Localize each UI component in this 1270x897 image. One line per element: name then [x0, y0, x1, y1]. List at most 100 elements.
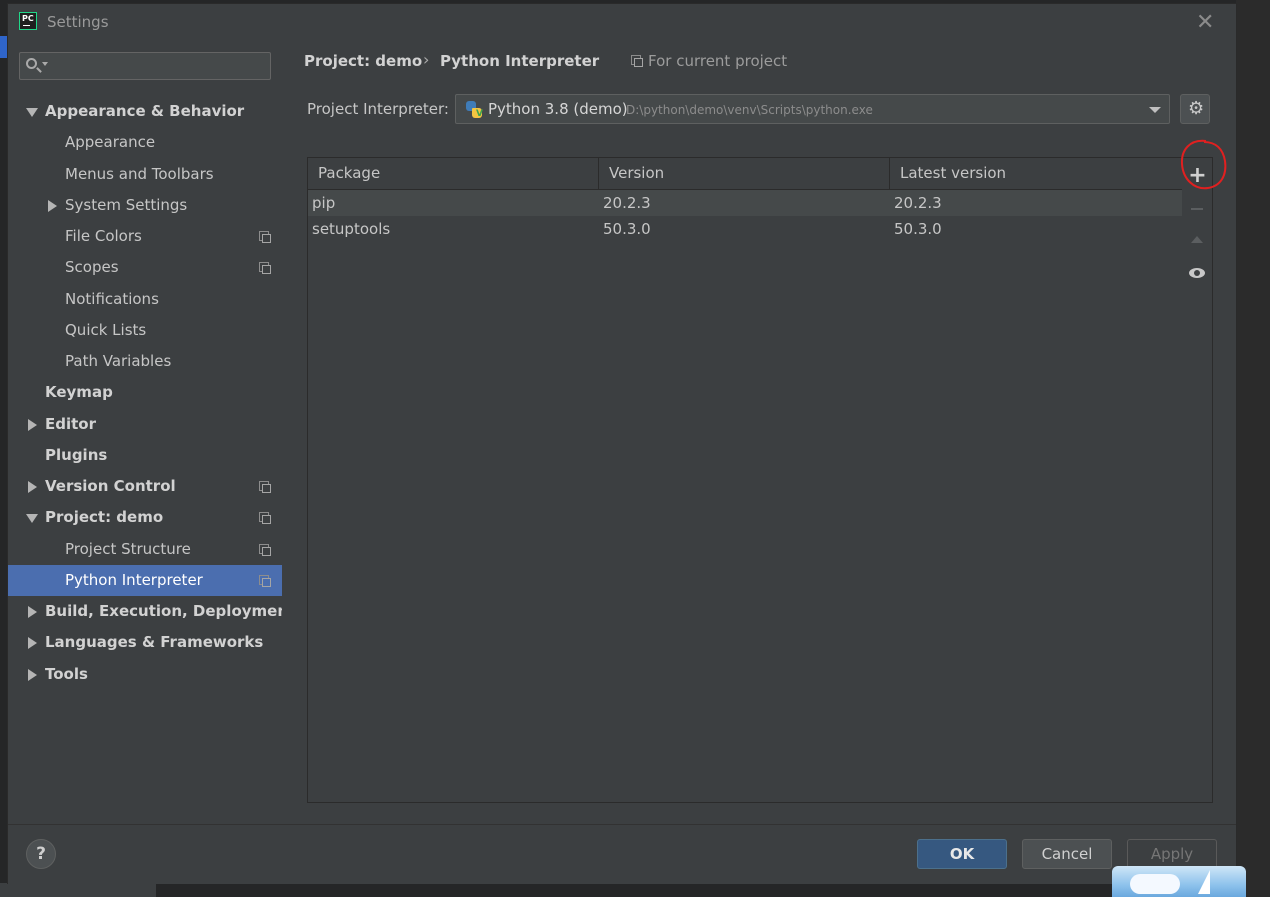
breadcrumb-project[interactable]: Project: demo — [304, 52, 422, 70]
arrow-up-icon[interactable] — [1182, 225, 1213, 256]
sidebar-item-label: File Colors — [65, 227, 142, 245]
ide-status-area — [0, 883, 156, 897]
sidebar-item[interactable]: Languages & Frameworks — [8, 627, 282, 658]
sidebar-item-label: Tools — [45, 665, 88, 683]
sidebar-item-label: Python Interpreter — [65, 571, 203, 589]
sidebar-item-label: System Settings — [65, 196, 188, 214]
breadcrumb-separator: › — [423, 50, 430, 69]
sidebar-item[interactable]: Keymap — [8, 377, 282, 408]
package-name: setuptools — [312, 220, 391, 238]
expand-arrow-icon[interactable] — [26, 502, 38, 533]
collapse-arrow-icon[interactable] — [26, 627, 38, 658]
settings-sidebar: Appearance & Behavior Appearance Menus and… — [8, 40, 295, 824]
sidebar-item-label: Notifications — [65, 290, 159, 308]
chevron-down-icon — [1149, 107, 1161, 113]
sidebar-item[interactable]: File Colors — [8, 221, 282, 252]
sidebar-item-label: Languages & Frameworks — [45, 633, 264, 651]
column-header-latest-version[interactable]: Latest version — [890, 158, 1182, 189]
package-name: pip — [312, 194, 336, 212]
project-scope-icon — [259, 481, 271, 493]
sidebar-item-label: Build, Execution, Deployment — [45, 602, 296, 620]
packages-table: Package Version Latest version pip 20.2.… — [307, 157, 1183, 803]
table-row[interactable]: setuptools 50.3.0 50.3.0 — [308, 216, 1182, 242]
close-icon[interactable]: ✕ — [1196, 10, 1214, 35]
ide-selection-strip — [0, 36, 8, 58]
table-header: Package Version Latest version — [308, 158, 1182, 190]
python-venv-icon: V — [465, 101, 483, 119]
package-latest-version: 20.2.3 — [894, 194, 942, 212]
sidebar-item-label: Scopes — [65, 258, 119, 276]
desktop-thumbnail-image — [1112, 866, 1246, 897]
sidebar-item[interactable]: Project Structure — [8, 534, 282, 565]
interpreter-path: D:\python\demo\venv\Scripts\python.exe — [626, 103, 873, 117]
collapse-arrow-icon[interactable] — [26, 471, 38, 502]
cancel-button[interactable]: Cancel — [1022, 839, 1112, 869]
sidebar-item-label: Path Variables — [65, 352, 172, 370]
package-version: 50.3.0 — [603, 220, 651, 238]
sidebar-item[interactable]: Appearance — [8, 127, 282, 158]
sidebar-item[interactable]: Scopes — [8, 252, 282, 283]
sidebar-item[interactable]: Python Interpreter — [8, 565, 282, 596]
column-header-package[interactable]: Package — [308, 158, 599, 189]
sidebar-item[interactable]: Menus and Toolbars — [8, 159, 282, 190]
title-bar: PC Settings ✕ — [8, 4, 1236, 40]
help-button[interactable]: ? — [26, 839, 56, 869]
collapse-arrow-icon[interactable] — [26, 409, 38, 440]
eye-icon[interactable] — [1182, 258, 1213, 289]
search-icon — [26, 58, 37, 69]
project-scope-icon — [259, 512, 271, 524]
sidebar-item[interactable]: Build, Execution, Deployment — [8, 596, 295, 627]
pycharm-logo-icon: PC — [19, 12, 37, 30]
table-row[interactable]: pip 20.2.3 20.2.3 — [308, 190, 1182, 216]
sidebar-item-label: Editor — [45, 415, 96, 433]
ide-right-edge — [1236, 0, 1270, 897]
package-latest-version: 50.3.0 — [894, 220, 942, 238]
sidebar-item[interactable]: System Settings — [8, 190, 282, 221]
interpreter-settings-button[interactable]: ⚙ — [1180, 94, 1210, 124]
package-version: 20.2.3 — [603, 194, 651, 212]
search-input[interactable] — [50, 56, 264, 78]
add-package-button[interactable]: + — [1182, 160, 1213, 191]
sidebar-item-label: Plugins — [45, 446, 108, 464]
sail-shape — [1198, 870, 1210, 894]
window-title: Settings — [47, 13, 109, 31]
column-header-version[interactable]: Version — [599, 158, 890, 189]
expand-arrow-icon[interactable] — [26, 96, 38, 127]
sidebar-item-label: Quick Lists — [65, 321, 147, 339]
interpreter-dropdown[interactable]: V Python 3.8 (demo) D:\python\demo\venv\… — [455, 94, 1170, 124]
collapse-arrow-icon[interactable] — [26, 596, 38, 627]
sidebar-item-label: Appearance — [65, 133, 156, 151]
sidebar-item[interactable]: Editor — [8, 409, 282, 440]
sidebar-item-label: Project: demo — [45, 508, 164, 526]
sidebar-item[interactable]: Plugins — [8, 440, 282, 471]
sidebar-item[interactable]: Tools — [8, 659, 282, 690]
settings-search-box[interactable] — [19, 52, 271, 80]
chevron-down-icon — [42, 62, 48, 66]
sidebar-item-label: Version Control — [45, 477, 176, 495]
apply-button[interactable]: Apply — [1127, 839, 1217, 869]
collapse-arrow-icon[interactable] — [46, 190, 58, 221]
collapse-arrow-icon[interactable] — [26, 659, 38, 690]
project-scope-icon — [259, 231, 271, 243]
ok-button[interactable]: OK — [917, 839, 1007, 869]
project-scope-icon — [631, 55, 643, 67]
project-scope-icon — [259, 575, 271, 587]
sidebar-item[interactable]: Project: demo — [8, 502, 282, 533]
sidebar-item[interactable]: Path Variables — [8, 346, 282, 377]
sidebar-item[interactable]: Notifications — [8, 284, 282, 315]
interpreter-name: Python 3.8 (demo) — [488, 100, 628, 118]
page-title: Python Interpreter — [440, 52, 600, 70]
sidebar-item-label: Keymap — [45, 383, 113, 401]
project-scope-icon — [259, 544, 271, 556]
sidebar-item[interactable]: Version Control — [8, 471, 282, 502]
sidebar-item[interactable]: Quick Lists — [8, 315, 282, 346]
cloud-shape — [1130, 874, 1180, 894]
minus-icon[interactable] — [1182, 193, 1213, 224]
sidebar-item-label: Appearance & Behavior — [45, 102, 245, 120]
interpreter-label: Project Interpreter: — [307, 100, 449, 118]
package-toolbar: + — [1182, 157, 1213, 803]
dialog-button-bar: ? OK Cancel Apply — [8, 824, 1236, 884]
settings-dialog: PC Settings ✕ Appearance & Behavior Appea… — [8, 4, 1236, 884]
sidebar-item[interactable]: Appearance & Behavior — [8, 96, 282, 127]
interpreter-panel: Project: demo › Python Interpreter For c… — [282, 40, 1236, 824]
